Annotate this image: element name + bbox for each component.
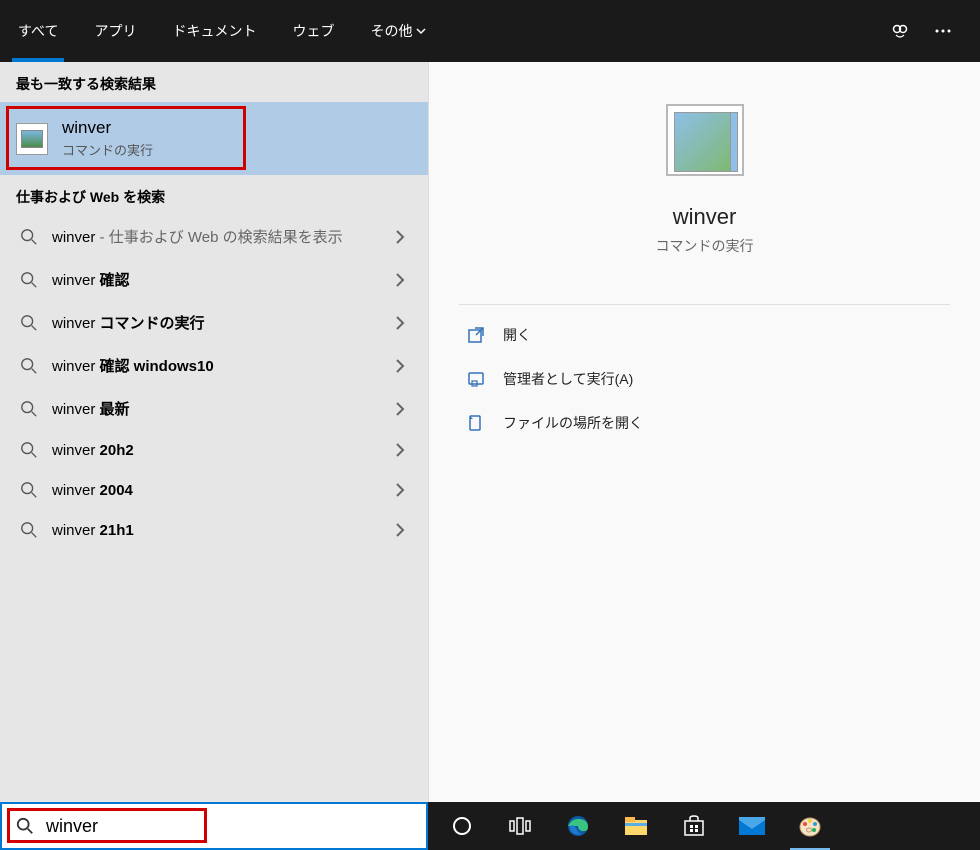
action-label: 管理者として実行(A): [503, 369, 633, 389]
search-icon: [20, 357, 38, 375]
suggestion-item[interactable]: winver 2004: [0, 470, 428, 510]
app-icon: [16, 123, 48, 155]
suggestion-item[interactable]: winver 確認 windows10: [0, 344, 428, 387]
chevron-right-icon: [392, 401, 408, 417]
search-icon: [20, 314, 38, 332]
divider: [459, 304, 950, 305]
more-icon[interactable]: [934, 22, 952, 40]
taskbar: [428, 802, 980, 850]
action-label: 開く: [503, 325, 531, 345]
action-open[interactable]: 開く: [459, 313, 950, 357]
chevron-right-icon: [392, 482, 408, 498]
open-icon: [467, 326, 485, 344]
suggestion-item[interactable]: winver 確認: [0, 258, 428, 301]
preview-panel: winver コマンドの実行 開く 管理者として実行(A) ファイルの場所を開く: [428, 62, 980, 802]
preview-subtitle: コマンドの実行: [656, 236, 754, 256]
suggestion-item[interactable]: winver コマンドの実行: [0, 301, 428, 344]
result-subtitle: コマンドの実行: [62, 140, 412, 159]
results-panel: 最も一致する検索結果 winver コマンドの実行 仕事および Web を検索 …: [0, 62, 428, 802]
folder-icon: [467, 414, 485, 432]
search-icon: [20, 481, 38, 499]
search-icon: [20, 521, 38, 539]
tab-more[interactable]: その他: [352, 0, 444, 62]
best-match-item[interactable]: winver コマンドの実行: [0, 102, 428, 175]
search-input[interactable]: [46, 816, 412, 837]
search-icon: [16, 817, 34, 835]
preview-title: winver: [673, 204, 737, 230]
chevron-right-icon: [392, 272, 408, 288]
suggestion-item[interactable]: winver 20h2: [0, 430, 428, 470]
chevron-right-icon: [392, 229, 408, 245]
suggestion-item[interactable]: winver - 仕事および Web の検索結果を表示: [0, 215, 428, 258]
suggestion-item[interactable]: winver 最新: [0, 387, 428, 430]
filter-tabs: すべて アプリ ドキュメント ウェブ その他: [0, 0, 444, 62]
taskbar-cortana[interactable]: [438, 802, 486, 850]
feedback-icon[interactable]: [890, 21, 910, 41]
taskbar-taskview[interactable]: [496, 802, 544, 850]
chevron-right-icon: [392, 315, 408, 331]
chevron-down-icon: [416, 26, 426, 36]
action-open-location[interactable]: ファイルの場所を開く: [459, 401, 950, 445]
search-header: すべて アプリ ドキュメント ウェブ その他: [0, 0, 980, 62]
tab-documents[interactable]: ドキュメント: [154, 0, 274, 62]
chevron-right-icon: [392, 358, 408, 374]
action-run-admin[interactable]: 管理者として実行(A): [459, 357, 950, 401]
tab-apps[interactable]: アプリ: [76, 0, 154, 62]
web-search-header: 仕事および Web を検索: [0, 175, 428, 215]
result-title: winver: [62, 118, 412, 138]
search-icon: [20, 271, 38, 289]
search-icon: [20, 441, 38, 459]
chevron-right-icon: [392, 522, 408, 538]
search-icon: [20, 400, 38, 418]
preview-app-icon: [666, 104, 744, 176]
taskbar-explorer[interactable]: [612, 802, 660, 850]
action-label: ファイルの場所を開く: [503, 413, 643, 433]
best-match-header: 最も一致する検索結果: [0, 62, 428, 102]
taskbar-paint[interactable]: [786, 802, 834, 850]
admin-icon: [467, 370, 485, 388]
tab-all[interactable]: すべて: [0, 0, 76, 62]
taskbar-edge[interactable]: [554, 802, 602, 850]
suggestion-item[interactable]: winver 21h1: [0, 510, 428, 550]
search-icon: [20, 228, 38, 246]
chevron-right-icon: [392, 442, 408, 458]
taskbar-store[interactable]: [670, 802, 718, 850]
search-bar[interactable]: [0, 802, 428, 850]
tab-web[interactable]: ウェブ: [274, 0, 352, 62]
taskbar-mail[interactable]: [728, 802, 776, 850]
